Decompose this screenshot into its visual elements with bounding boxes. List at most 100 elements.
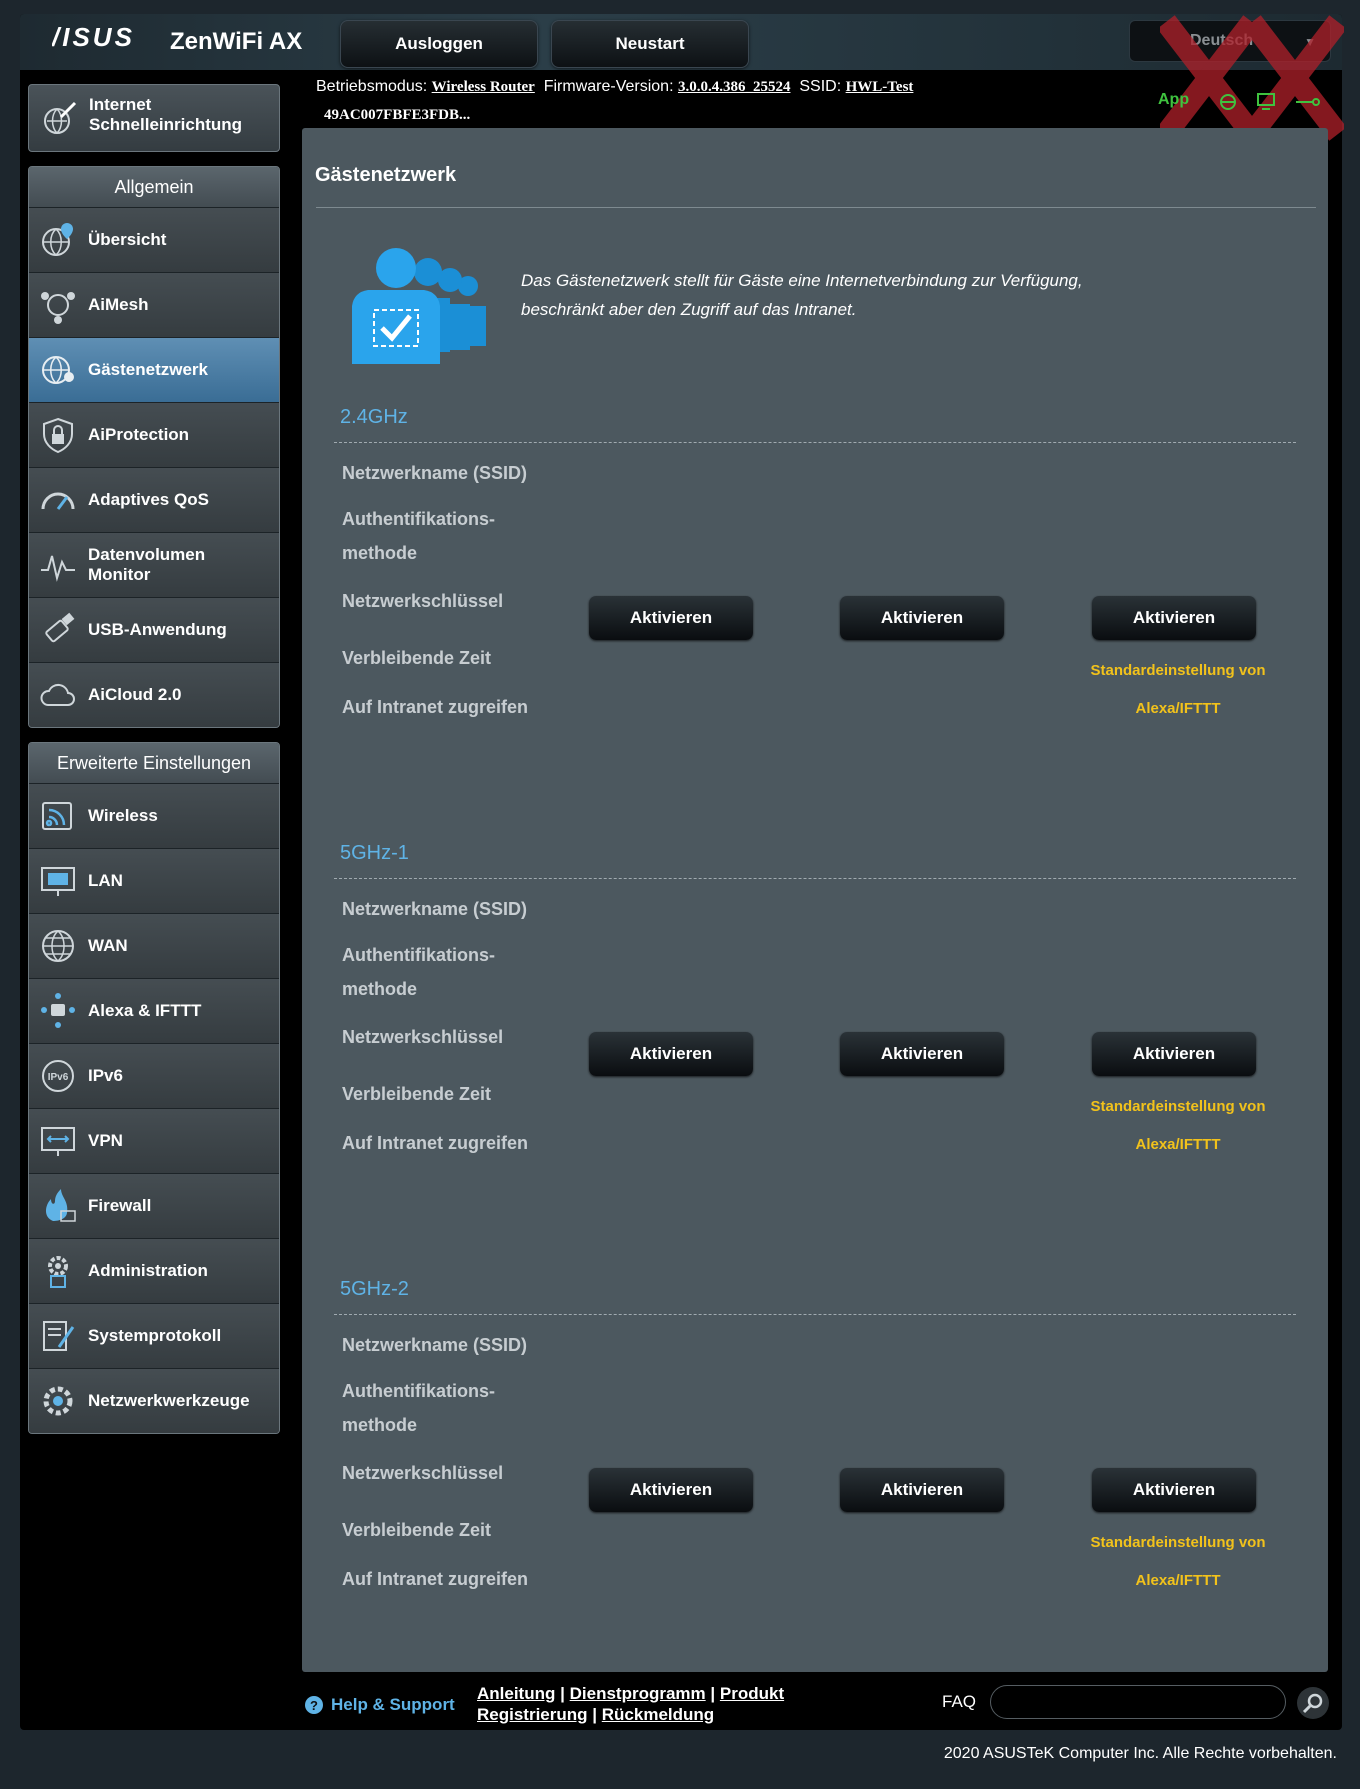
product-link[interactable]: Produkt bbox=[720, 1684, 784, 1703]
faq-search-input[interactable] bbox=[990, 1685, 1286, 1719]
activate-button-3[interactable]: Aktivieren bbox=[1092, 1032, 1256, 1076]
main-panel: Gästenetzwerk Das Gästenetzwerk stellt f… bbox=[302, 128, 1328, 1672]
page-description: Das Gästenetzwerk stellt für Gäste eine … bbox=[521, 271, 1083, 319]
alexa-default-note: Standardeinstellung von Alexa/IFTTT bbox=[1090, 1098, 1266, 1153]
alexa-default-note: Standardeinstellung von Alexa/IFTTT bbox=[1090, 1534, 1266, 1589]
ssid2-value[interactable]: 49AC007FBFE3FDB... bbox=[324, 107, 470, 123]
page-title: Gästenetzwerk bbox=[315, 164, 457, 186]
usb-icon bbox=[45, 612, 75, 643]
sidebar-item-alexa-ifttt[interactable]: Alexa & IFTTT bbox=[29, 979, 279, 1044]
reboot-button[interactable]: Neustart bbox=[551, 20, 749, 68]
sidebar-item-adaptive-qos[interactable]: Adaptives QoS bbox=[29, 468, 279, 533]
ssid-value-link[interactable]: HWL-Test bbox=[846, 79, 914, 95]
alexa-icon bbox=[41, 993, 75, 1028]
band-divider bbox=[334, 878, 1296, 879]
sidebar-item-aicloud[interactable]: AiCloud 2.0 bbox=[29, 663, 279, 727]
field-ssid-label: Netzwerkname (SSID) bbox=[342, 1335, 528, 1355]
asus-logo: /ISUS bbox=[51, 22, 147, 55]
speedometer-icon bbox=[41, 492, 75, 510]
band-5ghz-2: 5GHz-2 Netzwerkname (SSID) Authentifikat… bbox=[302, 1278, 1328, 1698]
field-remaining-time-label: Verbleibende Zeit bbox=[342, 1084, 492, 1104]
question-icon: ? bbox=[305, 1696, 323, 1714]
activate-button-1[interactable]: Aktivieren bbox=[589, 596, 753, 640]
search-icon bbox=[1302, 1693, 1323, 1714]
firmware-value-link[interactable]: 3.0.0.4.386_25524 bbox=[678, 79, 791, 95]
firmware-label: Firmware-Version: bbox=[543, 78, 674, 95]
field-ssid-label: Netzwerkname (SSID) bbox=[342, 463, 528, 483]
mode-value-link[interactable]: Wireless Router bbox=[432, 79, 535, 95]
status-bar: Betriebsmodus: Wireless Router Firmware-… bbox=[316, 76, 914, 123]
sidebar-item-guest-network[interactable]: Gästenetzwerk bbox=[29, 338, 279, 403]
firewall-icon bbox=[46, 1189, 76, 1222]
utility-link[interactable]: Dienstprogramm bbox=[570, 1684, 706, 1703]
help-support-link[interactable]: ? Help & Support bbox=[305, 1695, 455, 1715]
field-remaining-time-label: Verbleibende Zeit bbox=[342, 648, 492, 668]
sidebar-item-ipv6[interactable]: IPv6 IPv6 bbox=[29, 1044, 279, 1109]
manual-link[interactable]: Anleitung bbox=[477, 1684, 555, 1703]
client-status-icon[interactable] bbox=[1257, 93, 1275, 110]
sidebar-item-traffic-monitor[interactable]: Datenvolumen Monitor bbox=[29, 533, 279, 598]
sidebar-item-wan[interactable]: WAN bbox=[29, 914, 279, 979]
ssid-label: SSID: bbox=[799, 78, 842, 95]
sidebar-item-overview[interactable]: Übersicht bbox=[29, 208, 279, 273]
traffic-monitor-icon bbox=[41, 555, 75, 582]
network-tools-icon bbox=[43, 1386, 73, 1416]
activate-button-2[interactable]: Aktivieren bbox=[840, 596, 1004, 640]
field-remaining-time-label: Verbleibende Zeit bbox=[342, 1520, 492, 1540]
sidebar-item-network-tools[interactable]: Netzwerkwerkzeuge bbox=[29, 1369, 279, 1433]
mesh-icon bbox=[41, 292, 75, 324]
activate-button-2[interactable]: Aktivieren bbox=[840, 1032, 1004, 1076]
usb-status-icon[interactable] bbox=[1296, 98, 1320, 106]
cloud-icon bbox=[40, 683, 75, 706]
activate-button-3[interactable]: Aktivieren bbox=[1092, 1468, 1256, 1512]
quick-internet-setup-button[interactable]: Internet Schnelleinrichtung bbox=[28, 84, 280, 152]
sidebar-item-usb-application[interactable]: USB-Anwendung bbox=[29, 598, 279, 663]
guest-users-icon bbox=[352, 248, 486, 364]
general-menu-title: Allgemein bbox=[29, 167, 279, 208]
feedback-link[interactable]: Rückmeldung bbox=[602, 1705, 714, 1724]
activate-button-1[interactable]: Aktivieren bbox=[589, 1032, 753, 1076]
activate-button-2[interactable]: Aktivieren bbox=[840, 1468, 1004, 1512]
wireless-icon bbox=[42, 802, 72, 830]
sidebar-item-system-log[interactable]: Systemprotokoll bbox=[29, 1304, 279, 1369]
band-2-4ghz: 2.4GHz Netzwerkname (SSID) Authentifikat… bbox=[302, 406, 1328, 826]
field-auth-label: Authentifikations- bbox=[342, 945, 495, 965]
sidebar-item-aimesh[interactable]: AiMesh bbox=[29, 273, 279, 338]
advanced-menu-title: Erweiterte Einstellungen bbox=[29, 743, 279, 784]
field-key-label: Netzwerkschlüssel bbox=[342, 591, 504, 611]
field-key-label: Netzwerkschlüssel bbox=[342, 1463, 504, 1483]
network-map-icon[interactable] bbox=[1220, 94, 1236, 110]
activate-button-3[interactable]: Aktivieren bbox=[1092, 596, 1256, 640]
sidebar-item-aiprotection[interactable]: AiProtection bbox=[29, 403, 279, 468]
band-5ghz-1: 5GHz-1 Netzwerkname (SSID) Authentifikat… bbox=[302, 842, 1328, 1262]
field-intranet-access-label: Auf Intranet zugreifen bbox=[342, 1569, 529, 1589]
sidebar-item-vpn[interactable]: VPN bbox=[29, 1109, 279, 1174]
sidebar-item-wireless[interactable]: Wireless bbox=[29, 784, 279, 849]
band-title: 5GHz-2 bbox=[340, 1278, 409, 1300]
watermark-x-icon bbox=[1160, 15, 1344, 141]
vpn-icon bbox=[41, 1127, 75, 1156]
faq-label: FAQ bbox=[942, 1692, 977, 1711]
faq-search-button[interactable] bbox=[1297, 1687, 1329, 1719]
system-log-icon bbox=[43, 1321, 75, 1351]
band-title: 5GHz-1 bbox=[340, 842, 409, 864]
shield-lock-icon bbox=[43, 417, 73, 454]
sidebar-item-firewall[interactable]: Firewall bbox=[29, 1174, 279, 1239]
advanced-menu: Erweiterte Einstellungen Wireless LAN WA… bbox=[28, 742, 280, 1434]
wand-globe-icon bbox=[44, 101, 77, 134]
band-divider bbox=[334, 1314, 1296, 1315]
footer-links: Anleitung | Dienstprogramm | Produkt Reg… bbox=[477, 1684, 785, 1724]
sidebar-item-administration[interactable]: Administration bbox=[29, 1239, 279, 1304]
lan-icon bbox=[41, 867, 75, 896]
logout-button[interactable]: Ausloggen bbox=[340, 20, 538, 68]
svg-text:/ISUS: /ISUS bbox=[52, 24, 135, 50]
app-link[interactable]: App bbox=[1158, 91, 1189, 109]
registration-link[interactable]: Registrierung bbox=[477, 1705, 588, 1724]
asus-logo-mark: /ISUS bbox=[51, 22, 135, 52]
title-divider bbox=[316, 207, 1316, 208]
activate-button-1[interactable]: Aktivieren bbox=[589, 1468, 753, 1512]
svg-text:IPv6: IPv6 bbox=[48, 1072, 69, 1083]
admin-gear-icon bbox=[48, 1256, 68, 1288]
alexa-default-note: Standardeinstellung von Alexa/IFTTT bbox=[1090, 662, 1266, 717]
sidebar-item-lan[interactable]: LAN bbox=[29, 849, 279, 914]
